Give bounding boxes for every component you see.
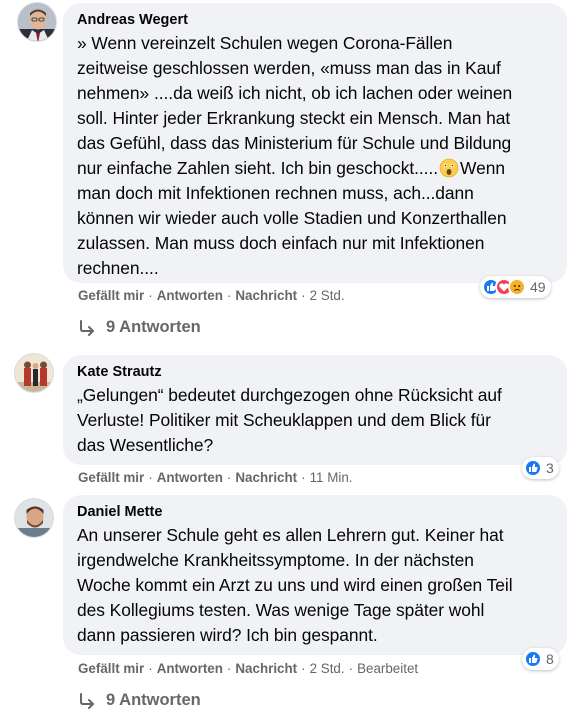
comment-bubble: Andreas Wegert » Wenn vereinzelt Schulen… <box>63 3 567 283</box>
comment-line: rechnen.... <box>77 258 159 278</box>
comment-text: » Wenn vereinzelt Schulen wegen Corona-F… <box>77 31 555 281</box>
reaction-summary[interactable]: 3 <box>522 457 559 479</box>
sad-icon <box>508 278 526 296</box>
comment-line: irgendwelche Krankheitssymptome. In der … <box>77 550 474 570</box>
replies-label: 9 Antworten <box>106 318 201 336</box>
reply-arrow-icon <box>80 692 94 709</box>
reaction-summary[interactable]: 49 <box>480 276 551 298</box>
separator: · <box>226 288 232 303</box>
like-action[interactable]: Gefällt mir <box>78 288 144 303</box>
comment-actions: Gefällt mir · Antworten · Nachricht · 2 Std. <box>78 288 345 303</box>
like-icon <box>524 650 542 668</box>
comment-line: man doch mit Infektionen rechnen muss, a… <box>77 183 474 203</box>
reply-arrow-icon <box>80 319 94 336</box>
reaction-count: 3 <box>546 460 554 476</box>
message-action[interactable]: Nachricht <box>235 470 297 485</box>
edited-label: Bearbeitet <box>357 661 419 676</box>
comment-line: nur einfache Zahlen sieht. Ich bin gesch… <box>77 156 555 181</box>
view-replies[interactable]: 9 Antworten <box>78 318 201 337</box>
avatar[interactable] <box>14 498 54 538</box>
separator: · <box>226 661 232 676</box>
comment-line: nehmen» ....da weiß ich nicht, ob ich la… <box>77 83 513 103</box>
comment-line-text: nur einfache Zahlen sieht. Ich bin gesch… <box>77 158 439 178</box>
comment-line: dann passieren wird? Ich bin gespannt. <box>77 625 378 645</box>
avatar-kate-icon <box>15 354 53 392</box>
comment-line: das Wesentliche? <box>77 435 214 455</box>
avatar[interactable] <box>17 2 57 42</box>
comment-line: An unserer Schule geht es allen Lehrern … <box>77 525 504 545</box>
comment-line: » Wenn vereinzelt Schulen wegen Corona-F… <box>77 33 453 53</box>
comment-author[interactable]: Daniel Mette <box>77 503 555 521</box>
reply-action[interactable]: Antworten <box>157 470 223 485</box>
comment-author[interactable]: Andreas Wegert <box>77 11 555 29</box>
separator: · <box>301 288 306 303</box>
comment-line: Verluste! Politiker mit Scheuklappen und… <box>77 410 491 430</box>
comment-actions: Gefällt mir · Antworten · Nachricht · 11 Min. <box>78 470 353 485</box>
view-replies[interactable]: 9 Antworten <box>78 691 201 710</box>
avatar-andreas-icon <box>18 3 56 41</box>
comment-line: des Kollegiums testen. Was wenige Tage s… <box>77 600 485 620</box>
comment-line-text: Wenn <box>460 158 505 178</box>
avatar-daniel-icon <box>15 499 53 537</box>
avatar[interactable] <box>14 353 54 393</box>
separator: · <box>148 661 153 676</box>
comment-text: „Gelungen“ bedeutet durchgezogen ohne Rü… <box>77 383 555 458</box>
reaction-count: 49 <box>530 279 546 295</box>
reply-action[interactable]: Antworten <box>157 661 223 676</box>
comment-line: „Gelungen“ bedeutet durchgezogen ohne Rü… <box>77 385 502 405</box>
comment-text: An unserer Schule geht es allen Lehrern … <box>77 523 555 648</box>
comment-line: das Gefühl, dass das Ministerium für Sch… <box>77 133 512 153</box>
like-action[interactable]: Gefällt mir <box>78 661 144 676</box>
comment-line: zulassen. Man muss doch einfach nur mit … <box>77 233 485 253</box>
reply-action[interactable]: Antworten <box>157 288 223 303</box>
message-action[interactable]: Nachricht <box>235 661 297 676</box>
reaction-summary[interactable]: 8 <box>522 648 559 670</box>
comment-line: Woche kommt ein Arzt zu uns und wird ein… <box>77 575 513 595</box>
comment-actions: Gefällt mir · Antworten · Nachricht · 2 Std. · B… <box>78 661 418 676</box>
replies-label: 9 Antworten <box>106 691 201 709</box>
like-action[interactable]: Gefällt mir <box>78 470 144 485</box>
comment-bubble: Kate Strautz „Gelungen“ bedeutet durchge… <box>63 355 567 465</box>
shocked-emoji-icon <box>439 158 459 178</box>
reaction-count: 8 <box>546 651 554 667</box>
timestamp[interactable]: 2 Std. <box>310 661 345 676</box>
separator: · <box>148 288 153 303</box>
comment-author[interactable]: Kate Strautz <box>77 363 555 381</box>
comment-line: zeitweise geschlossen werden, «muss man … <box>77 58 501 78</box>
timestamp[interactable]: 2 Std. <box>310 288 345 303</box>
timestamp[interactable]: 11 Min. <box>310 470 353 485</box>
separator: · <box>301 470 306 485</box>
like-icon <box>524 459 542 477</box>
comment-line: können wir wieder auch volle Stadien und… <box>77 208 507 228</box>
separator: · <box>148 470 153 485</box>
separator: · <box>226 470 232 485</box>
comment-line: soll. Hinter jeder Erkrankung steckt ein… <box>77 108 511 128</box>
comment-bubble: Daniel Mette An unserer Schule geht es a… <box>63 495 567 655</box>
separator: · <box>348 661 354 676</box>
separator: · <box>301 661 306 676</box>
message-action[interactable]: Nachricht <box>235 288 297 303</box>
